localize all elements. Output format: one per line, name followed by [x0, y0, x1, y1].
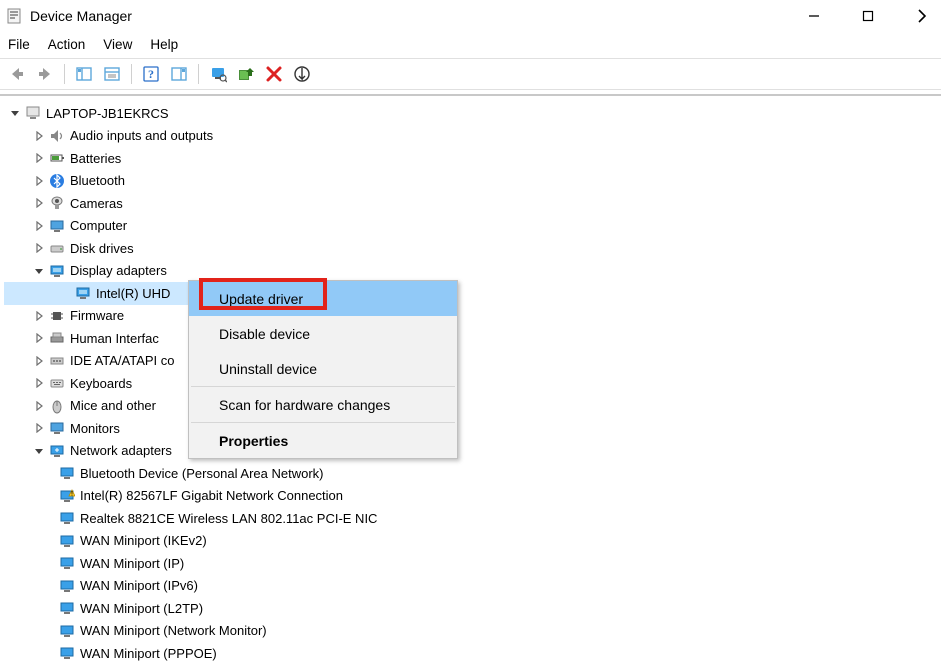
- device-tree: LAPTOP-JB1EKRCS Audio inputs and outputs…: [0, 96, 941, 669]
- chevron-right-icon[interactable]: [32, 421, 46, 435]
- display-adapter-icon: [74, 284, 92, 302]
- forward-button[interactable]: [32, 62, 58, 86]
- camera-icon: [48, 194, 66, 212]
- chevron-right-icon[interactable]: [32, 376, 46, 390]
- context-menu-update-driver[interactable]: Update driver: [189, 281, 457, 316]
- chevron-right-icon[interactable]: [32, 354, 46, 368]
- chip-icon: [48, 307, 66, 325]
- tree-node-net-gigabit[interactable]: ! Intel(R) 82567LF Gigabit Network Conne…: [4, 485, 937, 508]
- display-adapter-icon: [48, 262, 66, 280]
- computer-icon: [24, 104, 42, 122]
- tree-node-net-pppoe[interactable]: WAN Miniport (PPPOE): [4, 642, 937, 665]
- tree-node-cameras[interactable]: Cameras: [4, 192, 937, 215]
- chevron-right-icon[interactable]: [32, 129, 46, 143]
- tree-node-monitors[interactable]: Monitors: [4, 417, 937, 440]
- tree-node-net-netmon[interactable]: WAN Miniport (Network Monitor): [4, 620, 937, 643]
- chevron-right-icon[interactable]: [32, 196, 46, 210]
- network-adapter-icon: [58, 622, 76, 640]
- app-icon: [6, 8, 22, 24]
- keyboard-icon: [48, 374, 66, 392]
- monitor-icon: [48, 419, 66, 437]
- tree-node-net-ipv6[interactable]: WAN Miniport (IPv6): [4, 575, 937, 598]
- tree-root-label: LAPTOP-JB1EKRCS: [46, 106, 169, 121]
- speaker-icon: [48, 127, 66, 145]
- network-adapter-icon: [58, 554, 76, 572]
- update-driver-button[interactable]: [233, 62, 259, 86]
- next-button[interactable]: [913, 7, 931, 25]
- chevron-right-icon[interactable]: [32, 399, 46, 413]
- tree-node-net-ip[interactable]: WAN Miniport (IP): [4, 552, 937, 575]
- bluetooth-icon: [48, 172, 66, 190]
- context-menu: Update driver Disable device Uninstall d…: [188, 280, 458, 459]
- tree-root-node[interactable]: LAPTOP-JB1EKRCS: [4, 102, 937, 125]
- tree-node-net-realtek[interactable]: Realtek 8821CE Wireless LAN 802.11ac PCI…: [4, 507, 937, 530]
- network-adapter-icon: [58, 509, 76, 527]
- tree-node-audio[interactable]: Audio inputs and outputs: [4, 125, 937, 148]
- battery-icon: [48, 149, 66, 167]
- tree-node-bluetooth[interactable]: Bluetooth: [4, 170, 937, 193]
- disable-device-toolbar-button[interactable]: [289, 62, 315, 86]
- chevron-down-icon[interactable]: [8, 106, 22, 120]
- scan-hardware-button[interactable]: [205, 62, 231, 86]
- disk-icon: [48, 239, 66, 257]
- toolbar: ?: [0, 58, 941, 90]
- ide-icon: [48, 352, 66, 370]
- chevron-down-icon[interactable]: [32, 444, 46, 458]
- tree-node-net-ikev2[interactable]: WAN Miniport (IKEv2): [4, 530, 937, 553]
- svg-text:?: ?: [148, 67, 154, 81]
- network-adapter-warning-icon: !: [58, 487, 76, 505]
- tree-node-keyboards[interactable]: Keyboards: [4, 372, 937, 395]
- tree-node-computer[interactable]: Computer: [4, 215, 937, 238]
- chevron-down-icon[interactable]: [32, 264, 46, 278]
- tree-node-firmware[interactable]: Firmware: [4, 305, 937, 328]
- network-adapter-icon: [58, 644, 76, 662]
- chevron-right-icon[interactable]: [32, 219, 46, 233]
- mouse-icon: [48, 397, 66, 415]
- minimize-button[interactable]: [805, 7, 823, 25]
- network-adapter-icon: [58, 577, 76, 595]
- tree-node-net-l2tp[interactable]: WAN Miniport (L2TP): [4, 597, 937, 620]
- context-menu-disable-device[interactable]: Disable device: [189, 316, 457, 351]
- action-pane-button[interactable]: [166, 62, 192, 86]
- chevron-right-icon[interactable]: [32, 174, 46, 188]
- menu-view[interactable]: View: [103, 37, 132, 52]
- network-icon: [48, 442, 66, 460]
- show-hide-console-tree-button[interactable]: [71, 62, 97, 86]
- tree-node-network-adapters[interactable]: Network adapters: [4, 440, 937, 463]
- context-menu-properties[interactable]: Properties: [189, 423, 457, 458]
- menu-file[interactable]: File: [8, 37, 30, 52]
- svg-text:!: !: [71, 491, 73, 497]
- network-adapter-icon: [58, 599, 76, 617]
- chevron-right-icon[interactable]: [32, 309, 46, 323]
- back-button[interactable]: [4, 62, 30, 86]
- tree-node-mice[interactable]: Mice and other: [4, 395, 937, 418]
- tree-node-display-adapters[interactable]: Display adapters: [4, 260, 937, 283]
- menu-help[interactable]: Help: [150, 37, 178, 52]
- menu-bar: File Action View Help: [0, 32, 941, 58]
- network-adapter-icon: [58, 464, 76, 482]
- hid-icon: [48, 329, 66, 347]
- tree-node-batteries[interactable]: Batteries: [4, 147, 937, 170]
- maximize-button[interactable]: [859, 7, 877, 25]
- tree-node-ide[interactable]: IDE ATA/ATAPI co: [4, 350, 937, 373]
- uninstall-device-button[interactable]: [261, 62, 287, 86]
- context-menu-scan-hardware[interactable]: Scan for hardware changes: [189, 387, 457, 422]
- tree-node-net-bluetooth[interactable]: Bluetooth Device (Personal Area Network): [4, 462, 937, 485]
- title-bar: Device Manager: [0, 0, 941, 32]
- properties-button[interactable]: [99, 62, 125, 86]
- network-adapter-icon: [58, 532, 76, 550]
- window-title: Device Manager: [30, 8, 132, 24]
- tree-node-disk-drives[interactable]: Disk drives: [4, 237, 937, 260]
- tree-node-hid[interactable]: Human Interfac: [4, 327, 937, 350]
- chevron-right-icon[interactable]: [32, 241, 46, 255]
- window-controls: [805, 7, 931, 25]
- chevron-right-icon[interactable]: [32, 151, 46, 165]
- context-menu-uninstall-device[interactable]: Uninstall device: [189, 351, 457, 386]
- help-button[interactable]: ?: [138, 62, 164, 86]
- menu-action[interactable]: Action: [48, 37, 86, 52]
- chevron-right-icon[interactable]: [32, 331, 46, 345]
- monitor-icon: [48, 217, 66, 235]
